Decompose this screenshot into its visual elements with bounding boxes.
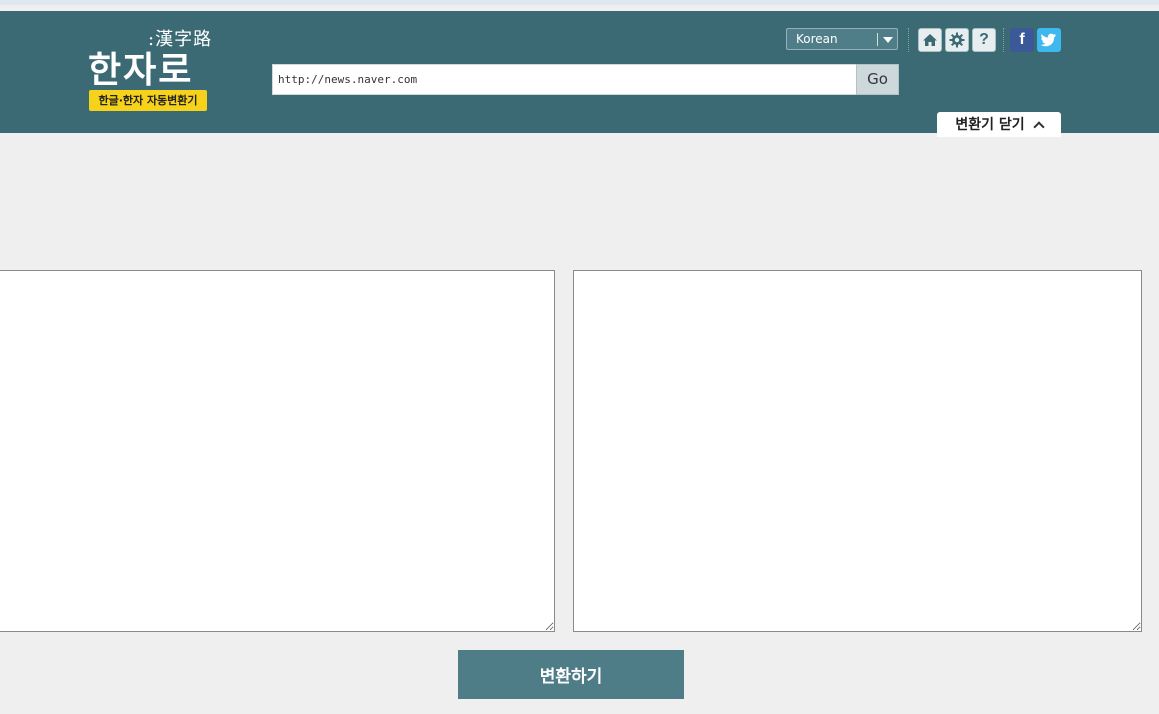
facebook-button[interactable]: f xyxy=(1010,28,1034,52)
toolbar-divider xyxy=(908,28,909,52)
go-button[interactable]: Go xyxy=(856,64,899,95)
home-icon xyxy=(923,34,937,46)
convert-button[interactable]: 변환하기 xyxy=(458,650,684,699)
help-icon: ? xyxy=(979,31,989,48)
settings-button[interactable] xyxy=(945,28,969,52)
twitter-icon xyxy=(1041,33,1056,47)
result-textarea[interactable] xyxy=(573,270,1142,632)
top-strip xyxy=(0,0,1159,5)
logo[interactable]: 한자로 xyxy=(88,41,193,93)
help-button[interactable]: ? xyxy=(972,28,996,52)
close-converter-tab[interactable]: 변환기 닫기 xyxy=(937,112,1061,137)
facebook-icon: f xyxy=(1019,31,1025,48)
chevron-up-icon xyxy=(1032,120,1045,133)
source-textarea[interactable] xyxy=(0,270,555,632)
gear-icon xyxy=(949,32,965,48)
url-input[interactable] xyxy=(272,64,857,95)
chevron-down-icon xyxy=(883,37,893,43)
twitter-button[interactable] xyxy=(1037,28,1061,52)
close-converter-label: 변환기 닫기 xyxy=(955,116,1025,133)
language-divider xyxy=(877,33,878,46)
toolbar-divider xyxy=(1003,28,1004,52)
language-select[interactable]: Korean xyxy=(786,28,898,50)
language-selected: Korean xyxy=(796,32,838,46)
home-button[interactable] xyxy=(918,28,942,52)
logo-tagline: 한글·한자 자동변환기 xyxy=(89,90,207,111)
